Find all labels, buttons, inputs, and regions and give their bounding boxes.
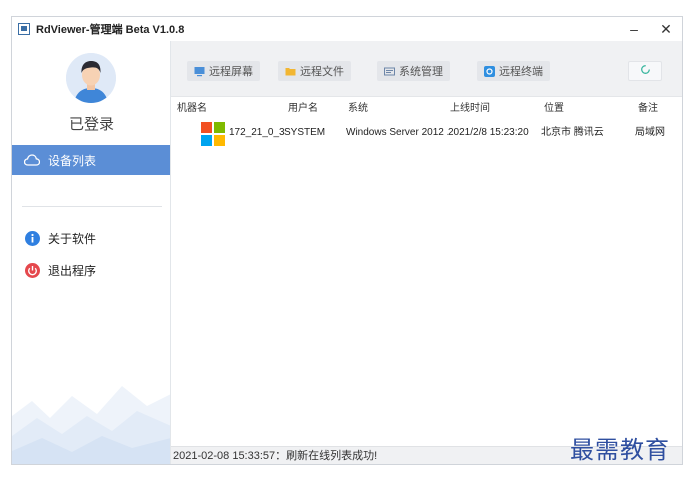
column-header-location[interactable]: 位置 [544,99,564,119]
table-header: 机器名 用户名 系统 上线时间 位置 备注 [171,99,682,119]
toolbar-button-label: 远程屏幕 [209,66,253,78]
refresh-icon [640,64,651,78]
app-logo-icon [18,23,30,35]
remote-terminal-button[interactable]: 远程终端 [477,61,550,81]
watermark-text: 最需教育 [570,436,670,464]
cloud-icon [24,152,40,168]
column-header-user[interactable]: 用户名 [288,99,318,119]
cell-machine: 172_21_0_3 [229,127,285,138]
system-icon [384,66,395,77]
sidebar-item-device-list[interactable]: 设备列表 [12,145,170,175]
title-bar: RdViewer-管理端 Beta V1.0.8 – ✕ [12,17,682,41]
remote-screen-button[interactable]: 远程屏幕 [187,61,260,81]
cell-note: 局域网 [635,127,665,138]
sidebar-item-about[interactable]: 关于软件 [12,223,170,253]
sidebar-item-label: 退出程序 [48,263,97,278]
system-manage-button[interactable]: 系统管理 [377,61,450,81]
monitor-icon [194,66,205,77]
column-header-note[interactable]: 备注 [638,99,658,119]
power-icon [24,262,40,278]
minimize-button[interactable]: – [618,17,650,41]
column-header-online-time[interactable]: 上线时间 [450,99,490,119]
cell-location: 北京市 腾讯云 [541,127,604,138]
main-panel: 远程屏幕 远程文件 系统管理 远程终端 机器名 用户名 系统 上线时间 位置 备… [171,41,682,464]
login-status: 已登录 [68,115,114,133]
sidebar-item-label: 设备列表 [48,153,97,168]
sidebar-item-exit[interactable]: 退出程序 [12,255,170,285]
cell-os: Windows Server 2012 ... [346,127,448,138]
toolbar-button-label: 远程文件 [300,66,344,78]
column-header-machine[interactable]: 机器名 [177,99,207,119]
table-row[interactable]: 172_21_0_3 SYSTEM Windows Server 2012 ..… [171,119,682,147]
user-avatar-icon [66,53,116,103]
terminal-icon [484,65,495,77]
info-icon [24,230,40,246]
toolbar: 远程屏幕 远程文件 系统管理 远程终端 [171,41,682,97]
toolbar-button-label: 远程终端 [499,66,543,78]
refresh-button[interactable] [628,61,662,81]
remote-file-button[interactable]: 远程文件 [278,61,351,81]
window-title: RdViewer-管理端 Beta V1.0.8 [36,24,185,36]
cell-online-time: 2021/2/8 15:23:20 [448,127,529,138]
sidebar-item-label: 关于软件 [48,231,97,246]
sidebar: 已登录 设备列表 关于软件 退出程序 [12,41,171,464]
app-window: RdViewer-管理端 Beta V1.0.8 – ✕ 已登录 设备列表 关于… [11,16,683,465]
column-header-os[interactable]: 系统 [348,99,368,119]
toolbar-button-label: 系统管理 [399,66,443,78]
close-button[interactable]: ✕ [650,17,682,41]
mountain-decoration [12,386,170,464]
sidebar-divider [22,206,162,207]
cell-user: SYSTEM [284,127,326,138]
folder-icon [285,66,296,77]
windows-logo-icon [201,122,225,146]
